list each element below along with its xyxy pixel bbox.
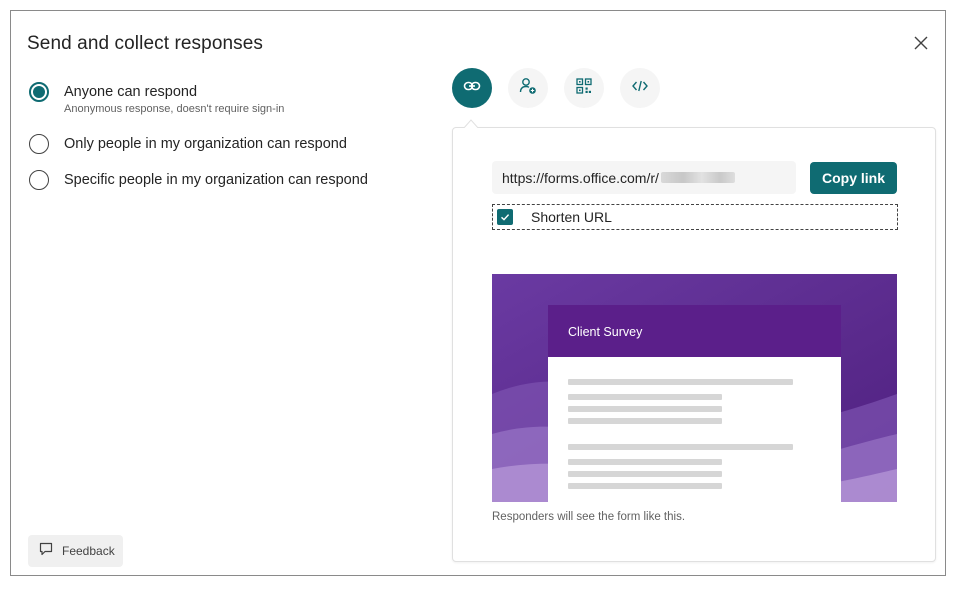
option-anyone[interactable]: Anyone can respond Anonymous response, d… [29, 82, 284, 115]
option-specific-people-label: Specific people in my organization can r… [64, 172, 368, 188]
share-url-field[interactable]: https://forms.office.com/r/ [492, 161, 796, 194]
radio-organization[interactable] [29, 134, 49, 154]
preview-placeholder-line [568, 406, 722, 412]
option-organization-label: Only people in my organization can respo… [64, 136, 347, 152]
link-icon [462, 76, 482, 101]
preview-form-title: Client Survey [548, 305, 841, 357]
preview-placeholder-line [568, 394, 722, 400]
preview-placeholder-line [568, 418, 722, 424]
shorten-url-checkbox-row[interactable]: Shorten URL [492, 204, 898, 230]
copy-link-button[interactable]: Copy link [810, 162, 897, 194]
preview-caption: Responders will see the form like this. [492, 511, 686, 523]
preview-placeholder-line [568, 459, 722, 465]
panel-pointer [463, 119, 479, 129]
radio-specific-people[interactable] [29, 170, 49, 190]
dialog-title: Send and collect responses [27, 33, 264, 54]
redacted-url-id [660, 172, 735, 183]
share-url-text: https://forms.office.com/r/ [502, 169, 659, 186]
close-icon[interactable] [911, 33, 931, 53]
shorten-url-label: Shorten URL [531, 209, 612, 225]
tab-qr-code[interactable] [564, 68, 604, 108]
option-anyone-label: Anyone can respond [64, 84, 198, 100]
embed-code-icon [630, 76, 650, 101]
option-specific-people[interactable]: Specific people in my organization can r… [29, 170, 368, 190]
feedback-label: Feedback [62, 544, 115, 558]
form-preview-image: Client Survey [492, 274, 897, 502]
tab-link[interactable] [452, 68, 492, 108]
preview-placeholder-line [568, 471, 722, 477]
person-add-icon [518, 76, 538, 101]
shorten-url-checkbox[interactable] [497, 209, 513, 225]
qr-code-icon [574, 76, 594, 101]
comment-icon [38, 541, 54, 562]
preview-form-card: Client Survey [548, 305, 841, 502]
option-anyone-description: Anonymous response, doesn't require sign… [64, 103, 285, 115]
tab-embed[interactable] [620, 68, 660, 108]
preview-placeholder-line [568, 483, 722, 489]
preview-placeholder-line [568, 379, 793, 385]
send-collect-dialog: Send and collect responses Anyone can re… [10, 10, 946, 576]
option-organization[interactable]: Only people in my organization can respo… [29, 134, 347, 154]
preview-placeholder-line [568, 444, 793, 450]
feedback-button[interactable]: Feedback [28, 535, 123, 567]
checkmark-icon [501, 214, 510, 221]
tab-invite-people[interactable] [508, 68, 548, 108]
radio-anyone[interactable] [29, 82, 49, 102]
